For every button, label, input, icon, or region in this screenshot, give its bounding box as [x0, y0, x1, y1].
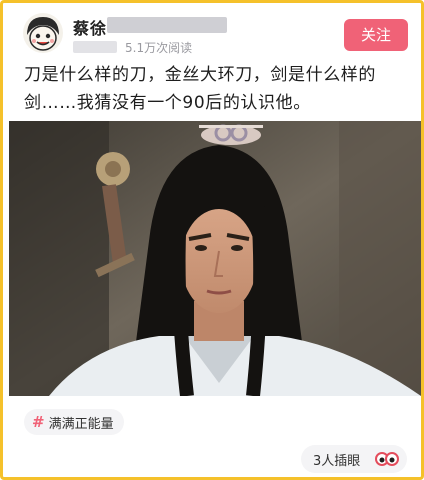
photo-illustration	[9, 121, 421, 396]
author-name[interactable]: 蔡徐	[73, 15, 107, 39]
post-card: 蔡徐 5.1万次阅读 关注 刀是什么样的刀，金丝大环刀，剑是什么样的剑……我猜没…	[0, 0, 424, 480]
post-image[interactable]	[9, 121, 421, 396]
blurred-name-remainder	[107, 17, 227, 33]
reactions-button[interactable]: 3人插眼	[301, 445, 407, 473]
reactions-label: 3人插眼	[313, 453, 361, 469]
view-count: 5.1万次阅读	[125, 41, 193, 55]
follow-button[interactable]: 关注	[344, 19, 408, 51]
topic-tag[interactable]: # 满满正能量	[24, 409, 124, 435]
cartoon-avatar-icon	[27, 17, 59, 51]
avatar[interactable]	[23, 13, 63, 53]
post-text: 刀是什么样的刀，金丝大环刀，剑是什么样的剑……我猜没有一个90后的认识他。	[24, 65, 376, 113]
blurred-user-info	[73, 41, 117, 53]
topic-label: 满满正能量	[48, 416, 114, 432]
hash-icon: #	[32, 413, 45, 431]
eyes-icon	[375, 452, 399, 466]
